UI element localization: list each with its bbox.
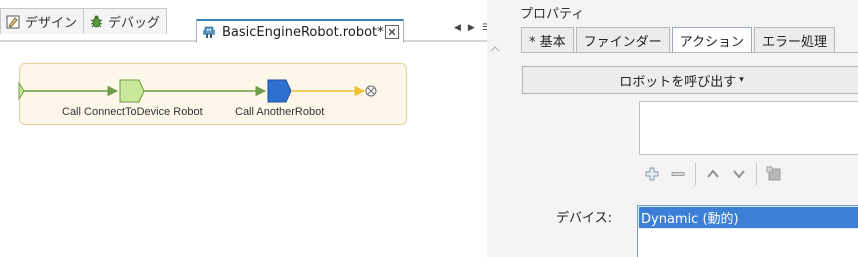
remove-icon[interactable] (665, 161, 691, 187)
tab-underline (521, 52, 858, 53)
tab-error-handling[interactable]: エラー処理 (754, 27, 836, 53)
flow-end-node[interactable] (365, 85, 377, 97)
toolbar-separator (695, 163, 696, 185)
chevron-down-icon: ▾ (739, 75, 744, 85)
move-down-icon[interactable] (726, 161, 752, 187)
list-toolbar (639, 160, 787, 188)
scroll-up-icon[interactable] (490, 44, 500, 55)
invoke-robot-dropdown[interactable]: ロボットを呼び出す ▾ (522, 66, 858, 94)
device-select-list[interactable]: Dynamic (動的) (637, 205, 858, 257)
tab-basic[interactable]: * 基本 (521, 27, 574, 53)
flow-step-label: Call ConnectToDevice Robot (62, 106, 203, 118)
editor-panel: デザイン デバッグ BasicEngineRobot.robot* ✕ ◀ ▶ … (0, 0, 490, 257)
flow-step-label: Call AnotherRobot (235, 106, 325, 118)
edit-icon[interactable] (761, 161, 787, 187)
properties-panel: プロパティ * 基本 ファインダー アクション エラー処理 ロボットを呼び出す … (515, 0, 858, 257)
flow-diagram (18, 79, 377, 103)
device-label: デバイス: (556, 211, 612, 226)
flow-step-call-connect-to-device[interactable] (119, 79, 145, 103)
invoke-robot-label: ロボットを呼び出す (619, 74, 737, 90)
properties-tabs: * 基本 ファインダー アクション エラー処理 (521, 27, 837, 53)
tab-action[interactable]: アクション (671, 27, 753, 53)
tab-finder[interactable]: ファインダー (575, 27, 670, 53)
parameter-list[interactable] (639, 101, 858, 155)
device-option-dynamic[interactable]: Dynamic (動的) (638, 206, 858, 229)
move-up-icon[interactable] (700, 161, 726, 187)
add-icon[interactable] (639, 161, 665, 187)
properties-title: プロパティ (520, 7, 585, 22)
flow-step-call-another-robot[interactable] (267, 79, 292, 103)
flow-start-node[interactable] (18, 81, 25, 101)
toolbar-separator (756, 163, 757, 185)
scrollbar-track[interactable] (487, 0, 515, 257)
